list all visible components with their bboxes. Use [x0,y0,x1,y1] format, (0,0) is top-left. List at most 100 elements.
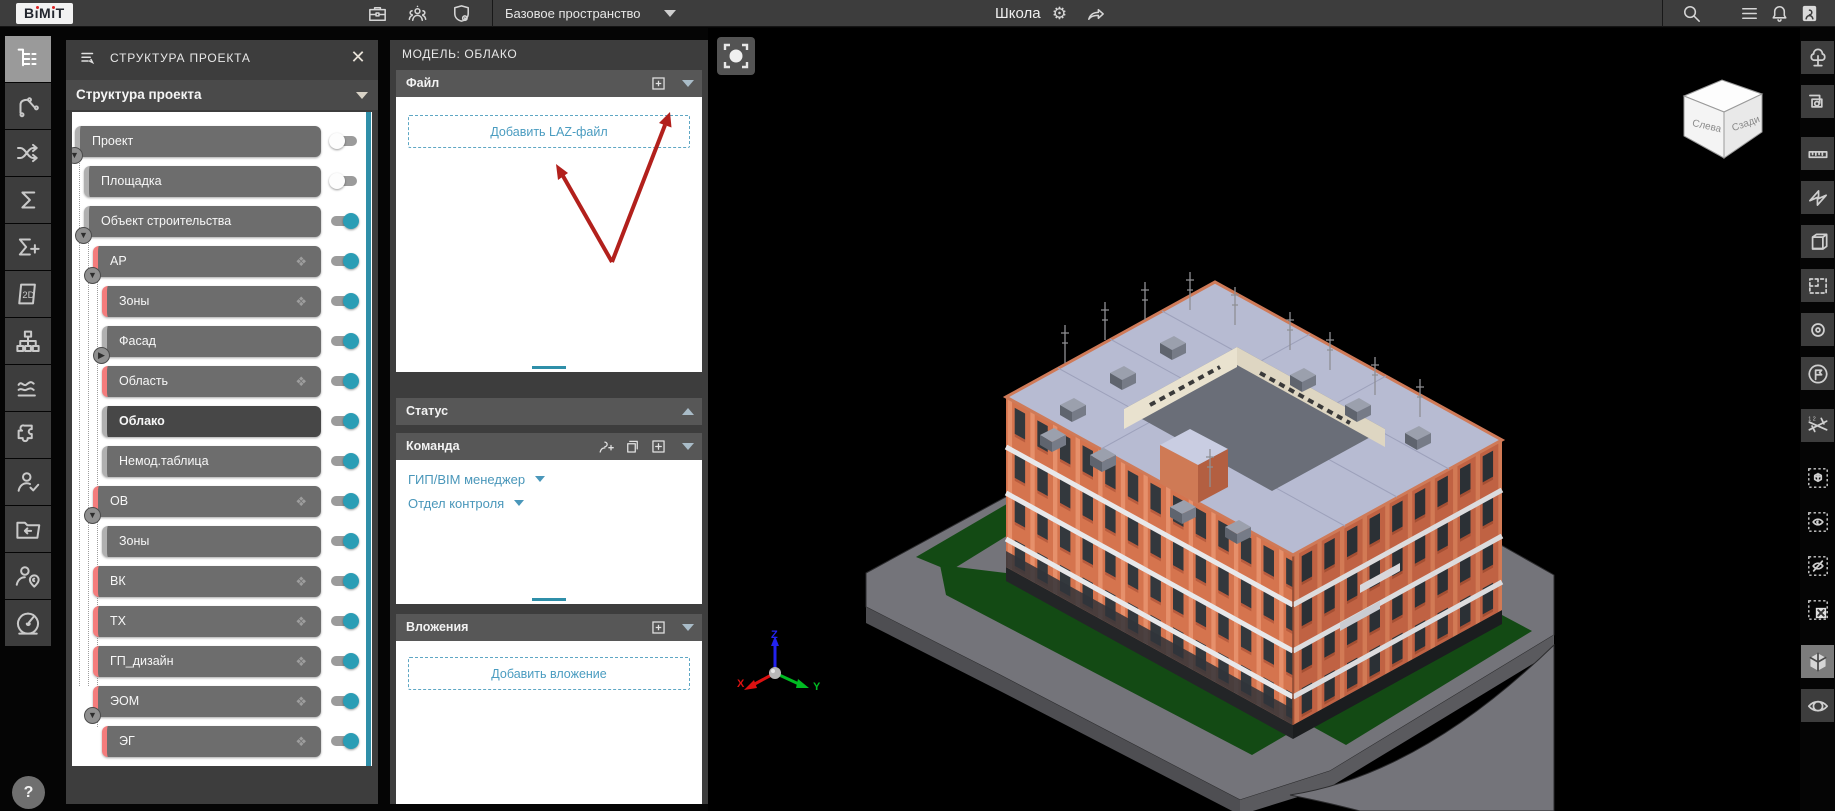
search-icon[interactable] [1680,2,1703,25]
tree-item-ГП_дизайн[interactable]: ГП_дизайн❖ [93,646,321,677]
visibility-toggle[interactable] [331,176,357,186]
visibility-toggle[interactable] [331,376,357,386]
project-structure-icon[interactable] [5,36,51,82]
sum-add-icon[interactable] [5,224,51,270]
clear-selection-icon[interactable] [1801,593,1834,626]
team-section-header[interactable]: Команда [396,433,702,460]
add-attachment-button[interactable]: Добавить вложение [408,657,690,690]
section-plane-icon[interactable] [1801,181,1834,214]
bimit-logo[interactable]: BıMıT [16,3,73,24]
resize-handle[interactable] [532,598,566,601]
add-attachment-icon[interactable] [649,618,668,637]
tree-scrollbar[interactable] [366,112,371,766]
visibility-toggle[interactable] [331,616,357,626]
tree-item-ТХ[interactable]: ТХ❖ [93,606,321,637]
visibility-toggle[interactable] [331,256,357,266]
expand-toggle-icon[interactable]: ▶ [93,347,110,364]
tree-item-Немод.таблица[interactable]: Немод.таблица [102,446,321,477]
ruler-icon[interactable] [1801,137,1834,170]
tree-item-Зоны[interactable]: Зоны❖ [102,286,321,317]
show-selection-icon[interactable] [1801,505,1834,538]
clash-shuffle-icon[interactable] [5,130,51,176]
locate-target-icon[interactable] [1801,313,1834,346]
visibility-toggle[interactable] [331,456,357,466]
status-collapse-chevron-icon[interactable] [682,408,694,415]
close-panel-icon[interactable]: ✕ [348,47,368,67]
section-box-icon[interactable] [1801,225,1834,258]
user-approve-icon[interactable] [5,459,51,505]
admin-shield-icon[interactable] [450,2,473,25]
panel-menu-icon[interactable] [78,49,98,67]
site-tree-icon[interactable] [1801,41,1834,74]
visibility-toggle[interactable] [331,296,357,306]
settings-gear-icon[interactable]: ⚙ [1048,2,1071,25]
list-icon[interactable] [1738,2,1761,25]
structure-subheader[interactable]: Структура проекта [66,80,378,110]
tree-item-Объект строительства[interactable]: Объект строительства [84,206,321,237]
visibility-toggle[interactable] [331,136,357,146]
resize-handle[interactable] [532,366,566,369]
visibility-toggle[interactable] [331,496,357,506]
add-box-icon[interactable] [649,437,668,456]
issue-flag-icon[interactable] [1801,357,1834,390]
expand-toggle-icon[interactable]: ▼ [75,227,92,244]
team-collapse-chevron-icon[interactable] [682,443,694,450]
attachments-collapse-chevron-icon[interactable] [682,624,694,631]
workspace-selector[interactable]: Базовое пространство [505,0,641,27]
tree-item-Площадка[interactable]: Площадка [84,166,321,197]
copy-icon[interactable] [623,437,642,456]
visibility-toggle[interactable] [331,736,357,746]
expand-toggle-icon[interactable]: ▼ [84,707,101,724]
visibility-toggle[interactable] [331,216,357,226]
expand-toggle-icon[interactable]: ▼ [84,507,101,524]
tree-item-ЭОМ[interactable]: ЭОМ❖ [93,686,321,717]
visibility-toggle[interactable] [331,416,357,426]
status-section-header[interactable]: Статус [396,398,702,425]
workspace-chevron-icon[interactable] [664,10,676,17]
model-cube-icon[interactable] [1801,645,1834,678]
visibility-toggle[interactable] [331,696,357,706]
shared-folder-icon[interactable] [5,506,51,552]
plugins-puzzle-icon[interactable] [5,412,51,458]
tree-item-АР[interactable]: АР❖ [93,246,321,277]
tree-item-ЭГ[interactable]: ЭГ❖ [102,726,321,757]
file-section-header[interactable]: Файл [396,70,702,97]
sum-icon[interactable] [5,177,51,223]
coordination-axes-icon[interactable]: 1 2 [1801,409,1834,442]
isolate-selection-icon[interactable] [1801,461,1834,494]
dashboard-gauge-icon[interactable] [5,600,51,646]
add-member-icon[interactable] [597,437,616,456]
attachments-section-header[interactable]: Вложения [396,614,702,641]
visibility-toggle[interactable] [331,576,357,586]
hide-selection-icon[interactable] [1801,549,1834,582]
tree-item-ОВ[interactable]: ОВ❖ [93,486,321,517]
file-collapse-chevron-icon[interactable] [682,80,694,87]
team-icon[interactable] [406,2,429,25]
tree-item-ВК[interactable]: ВК❖ [93,566,321,597]
viewport-3d[interactable]: Слева Сзади Z X Y [708,28,1800,811]
tree-item-Зоны[interactable]: Зоны [102,526,321,557]
visibility-toggle[interactable] [331,336,357,346]
view-2d-icon[interactable]: 2D [5,271,51,317]
tree-item-Фасад[interactable]: Фасад [102,326,321,357]
floor-plan-icon[interactable] [1801,269,1834,302]
screenshot-focus-button[interactable] [717,37,755,75]
user-badge-icon[interactable] [1798,2,1821,25]
visibility-toggle[interactable] [331,656,357,666]
team-role-dropdown[interactable]: Отдел контроля [408,496,524,511]
navigation-cube[interactable]: Слева Сзади [1672,70,1772,162]
add-file-icon[interactable] [649,74,668,93]
help-button[interactable]: ? [12,776,45,809]
analytics-trend-icon[interactable] [5,365,51,411]
expand-toggle-icon[interactable]: ▼ [72,147,83,164]
projects-briefcase-icon[interactable] [366,2,389,25]
add-laz-file-button[interactable]: Добавить LAZ-файл [408,115,690,148]
share-icon[interactable] [1084,2,1107,25]
tree-item-Проект[interactable]: Проект [75,126,321,157]
orbit-view-icon[interactable] [1801,689,1834,722]
relations-icon[interactable] [5,83,51,129]
tree-item-Область[interactable]: Область❖ [102,366,321,397]
capture-views-icon[interactable] [1801,85,1834,118]
expand-toggle-icon[interactable]: ▼ [84,267,101,284]
visibility-toggle[interactable] [331,536,357,546]
